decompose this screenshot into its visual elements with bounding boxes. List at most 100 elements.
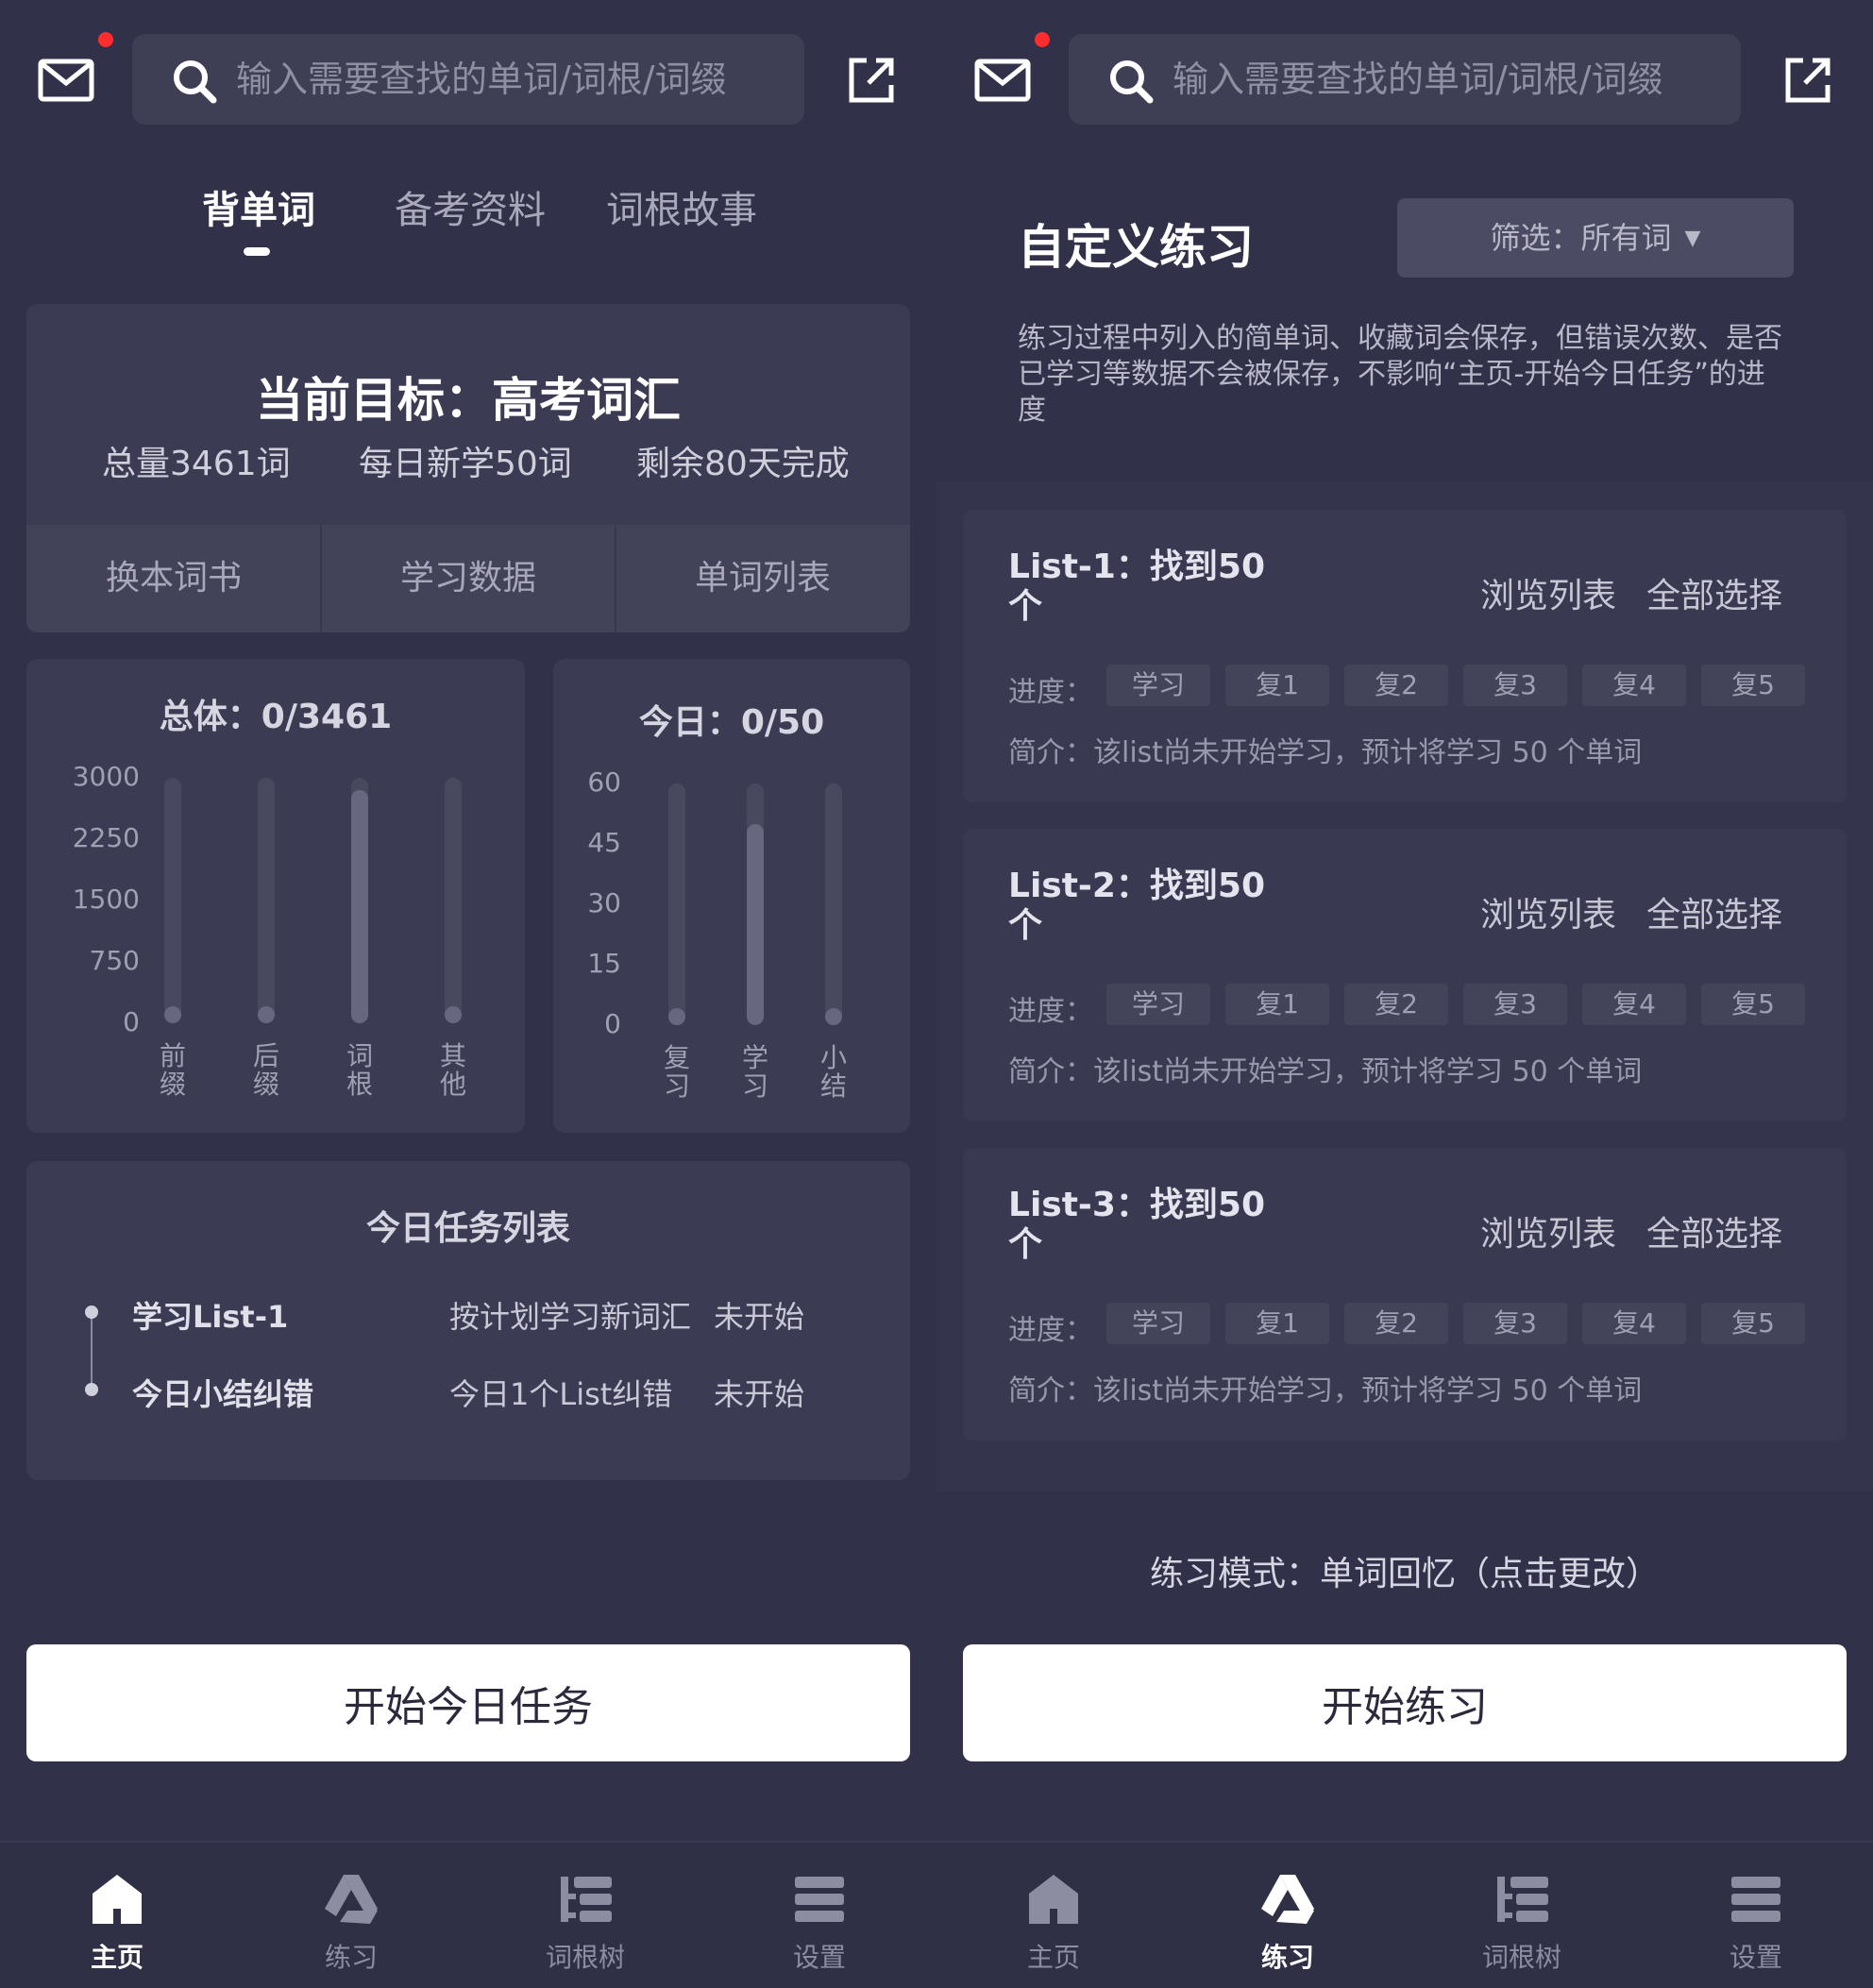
- mail-icon[interactable]: [974, 59, 1031, 102]
- search-input[interactable]: [1173, 34, 1720, 125]
- goal-actions: 换本词书 学习数据 单词列表: [26, 525, 910, 632]
- list-intro: 简介：该list尚未开始学习，预计将学习 50 个单词: [1008, 1374, 1643, 1407]
- settings-icon: [1731, 1877, 1780, 1922]
- nav-root-tree[interactable]: 词根树: [1405, 1843, 1639, 1988]
- select-all-button[interactable]: 全部选择: [1646, 1206, 1782, 1255]
- task-name[interactable]: 学习List-1: [132, 1293, 288, 1337]
- nav-settings[interactable]: 设置: [1639, 1843, 1873, 1988]
- bar-track: [351, 778, 368, 1023]
- tab-exam-materials[interactable]: 备考资料: [395, 179, 546, 234]
- bar-track: [445, 778, 462, 1023]
- nav-label: 设置: [1729, 1942, 1782, 1973]
- start-practice-button[interactable]: 开始练习: [963, 1644, 1847, 1761]
- y-tick-label: 15: [587, 948, 621, 979]
- bar-1: [747, 823, 764, 1025]
- task-status: 未开始: [714, 1299, 805, 1335]
- list-intro: 简介：该list尚未开始学习，预计将学习 50 个单词: [1008, 1055, 1643, 1088]
- nav-practice[interactable]: 练习: [1171, 1843, 1405, 1988]
- today-chart: 今日：0/50 60 45 30 15 0 复习学习小结: [553, 659, 910, 1133]
- x-tick-label: 复习: [663, 1042, 690, 1102]
- mail-icon[interactable]: [38, 59, 94, 102]
- task-name[interactable]: 今日小结纠错: [132, 1371, 313, 1414]
- nav-practice[interactable]: 练习: [234, 1843, 468, 1988]
- y-tick-label: 60: [587, 767, 621, 798]
- search-icon: [174, 60, 217, 104]
- nav-home[interactable]: 主页: [0, 1843, 234, 1988]
- task-desc: 今日1个List纠错: [449, 1376, 673, 1412]
- notification-dot: [1035, 32, 1050, 47]
- chart-title: 今日：0/50: [638, 703, 825, 742]
- filter-dropdown[interactable]: 筛选：所有词 ▼: [1397, 198, 1794, 278]
- bottom-nav: 主页 练习 词根树 设置: [936, 1841, 1873, 1988]
- stage-chip: 复3: [1463, 1303, 1567, 1344]
- x-tick-label: 词根: [346, 1040, 373, 1100]
- stage-chip: 学习: [1106, 1303, 1210, 1344]
- list-name: List-2：找到50个: [1008, 867, 1266, 945]
- stage-chip: 复2: [1344, 984, 1448, 1025]
- browse-list-button[interactable]: 浏览列表: [1480, 1206, 1616, 1255]
- task-list-title: 今日任务列表: [365, 1209, 570, 1248]
- change-book-button[interactable]: 换本词书: [26, 525, 321, 632]
- bar-track: [164, 778, 181, 1023]
- caret-down-icon: ▼: [1684, 227, 1701, 250]
- y-tick-label: 0: [604, 1008, 621, 1039]
- search-input[interactable]: [236, 34, 784, 125]
- browse-list-button[interactable]: 浏览列表: [1480, 887, 1616, 936]
- home-icon: [1029, 1875, 1078, 1924]
- nav-label: 设置: [792, 1942, 846, 1973]
- bar-1: [258, 1006, 275, 1023]
- y-tick-label: 0: [123, 1006, 140, 1037]
- y-tick-label: 1500: [72, 884, 140, 915]
- list-name: List-1：找到50个: [1008, 548, 1266, 626]
- task-desc: 按计划学习新词汇: [449, 1299, 692, 1335]
- study-data-button[interactable]: 学习数据: [321, 525, 616, 632]
- stage-chip: 复5: [1701, 984, 1805, 1025]
- search-box[interactable]: [1069, 34, 1741, 125]
- timeline-line: [91, 1312, 93, 1390]
- filter-label: 筛选：所有词: [1490, 220, 1672, 256]
- share-icon[interactable]: [846, 55, 897, 106]
- stage-chip: 复1: [1225, 665, 1329, 706]
- root-tree-icon: [1497, 1877, 1548, 1922]
- stage-chip: 复4: [1582, 1303, 1686, 1344]
- y-tick-label: 30: [587, 887, 621, 918]
- bar-0: [668, 1008, 685, 1025]
- practice-mode[interactable]: 练习模式：单词回忆（点击更改）: [936, 1546, 1873, 1595]
- stage-chip: 复1: [1225, 984, 1329, 1025]
- share-icon[interactable]: [1782, 55, 1833, 106]
- practice-icon: [325, 1875, 378, 1924]
- search-box[interactable]: [132, 34, 804, 125]
- y-tick-label: 750: [89, 945, 140, 976]
- bar-3: [445, 1006, 462, 1023]
- nav-home[interactable]: 主页: [936, 1843, 1171, 1988]
- select-all-button[interactable]: 全部选择: [1646, 568, 1782, 617]
- nav-root-tree[interactable]: 词根树: [468, 1843, 702, 1988]
- nav-settings[interactable]: 设置: [702, 1843, 936, 1988]
- nav-label: 练习: [1260, 1942, 1314, 1973]
- bar-0: [164, 1006, 181, 1023]
- stage-chip: 学习: [1106, 984, 1210, 1025]
- word-list-button[interactable]: 单词列表: [616, 525, 910, 632]
- tab-vocabulary[interactable]: 背单词: [202, 179, 315, 234]
- goal-remaining: 剩余80天完成: [636, 445, 850, 483]
- select-all-button[interactable]: 全部选择: [1646, 887, 1782, 936]
- browse-list-button[interactable]: 浏览列表: [1480, 568, 1616, 617]
- y-tick-label: 45: [587, 827, 621, 858]
- stage-chip: 复2: [1344, 1303, 1448, 1344]
- practice-note: 练习过程中列入的简单词、收藏词会保存，但错误次数、是否已学习等数据不会被保存，不…: [1018, 322, 1782, 427]
- nav-label: 词根树: [545, 1942, 625, 1973]
- y-tick-label: 3000: [72, 761, 140, 792]
- task-status: 未开始: [714, 1376, 805, 1412]
- bar-2: [351, 790, 368, 1023]
- x-tick-label: 小结: [819, 1042, 847, 1102]
- tab-root-stories[interactable]: 词根故事: [606, 179, 757, 234]
- practice-icon: [1261, 1875, 1314, 1924]
- list-name: List-3：找到50个: [1008, 1186, 1266, 1264]
- start-today-task-button[interactable]: 开始今日任务: [26, 1644, 910, 1761]
- settings-icon: [795, 1877, 844, 1922]
- nav-label: 主页: [1026, 1942, 1080, 1973]
- list-intro: 简介：该list尚未开始学习，预计将学习 50 个单词: [1008, 736, 1643, 769]
- timeline-dot: [85, 1383, 98, 1396]
- top-bar: [0, 32, 936, 126]
- list-card: List-2：找到50个 浏览列表 全部选择 进度： 学习 复1 复2 复3 复4 复5 简介：该l…: [963, 829, 1847, 1121]
